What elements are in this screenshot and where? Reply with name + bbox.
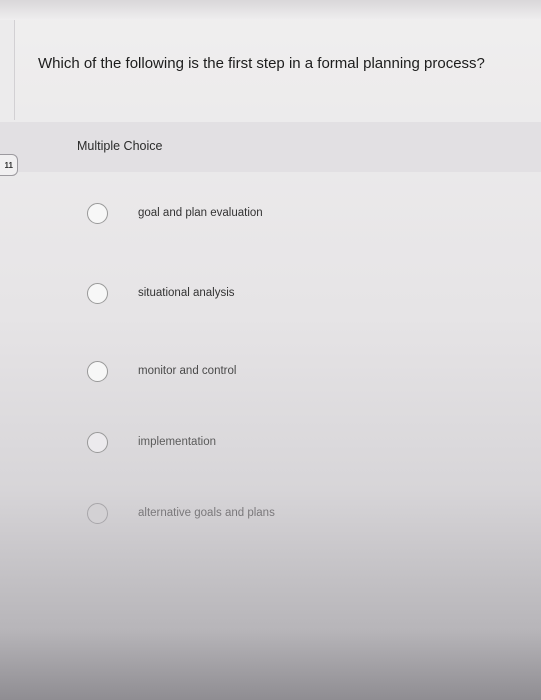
option-label: goal and plan evaluation: [138, 207, 263, 219]
option-alternative-goals-and-plans[interactable]: alternative goals and plans: [0, 503, 541, 543]
radio-button[interactable]: [87, 361, 108, 382]
question-number-badge[interactable]: 11: [0, 154, 18, 176]
option-label: situational analysis: [138, 287, 235, 299]
option-goal-and-plan-evaluation[interactable]: goal and plan evaluation: [0, 203, 541, 243]
radio-button[interactable]: [87, 432, 108, 453]
left-rail: [0, 20, 15, 120]
question-text: Which of the following is the first step…: [38, 55, 485, 72]
option-label: monitor and control: [138, 365, 237, 377]
option-label: implementation: [138, 436, 216, 448]
option-monitor-and-control[interactable]: monitor and control: [0, 361, 541, 401]
option-situational-analysis[interactable]: situational analysis: [0, 283, 541, 323]
multiple-choice-label: Multiple Choice: [77, 139, 163, 153]
radio-button[interactable]: [87, 203, 108, 224]
radio-button[interactable]: [87, 283, 108, 304]
radio-button[interactable]: [87, 503, 108, 524]
top-divider: [0, 0, 541, 20]
option-implementation[interactable]: implementation: [0, 432, 541, 472]
option-label: alternative goals and plans: [138, 507, 275, 519]
